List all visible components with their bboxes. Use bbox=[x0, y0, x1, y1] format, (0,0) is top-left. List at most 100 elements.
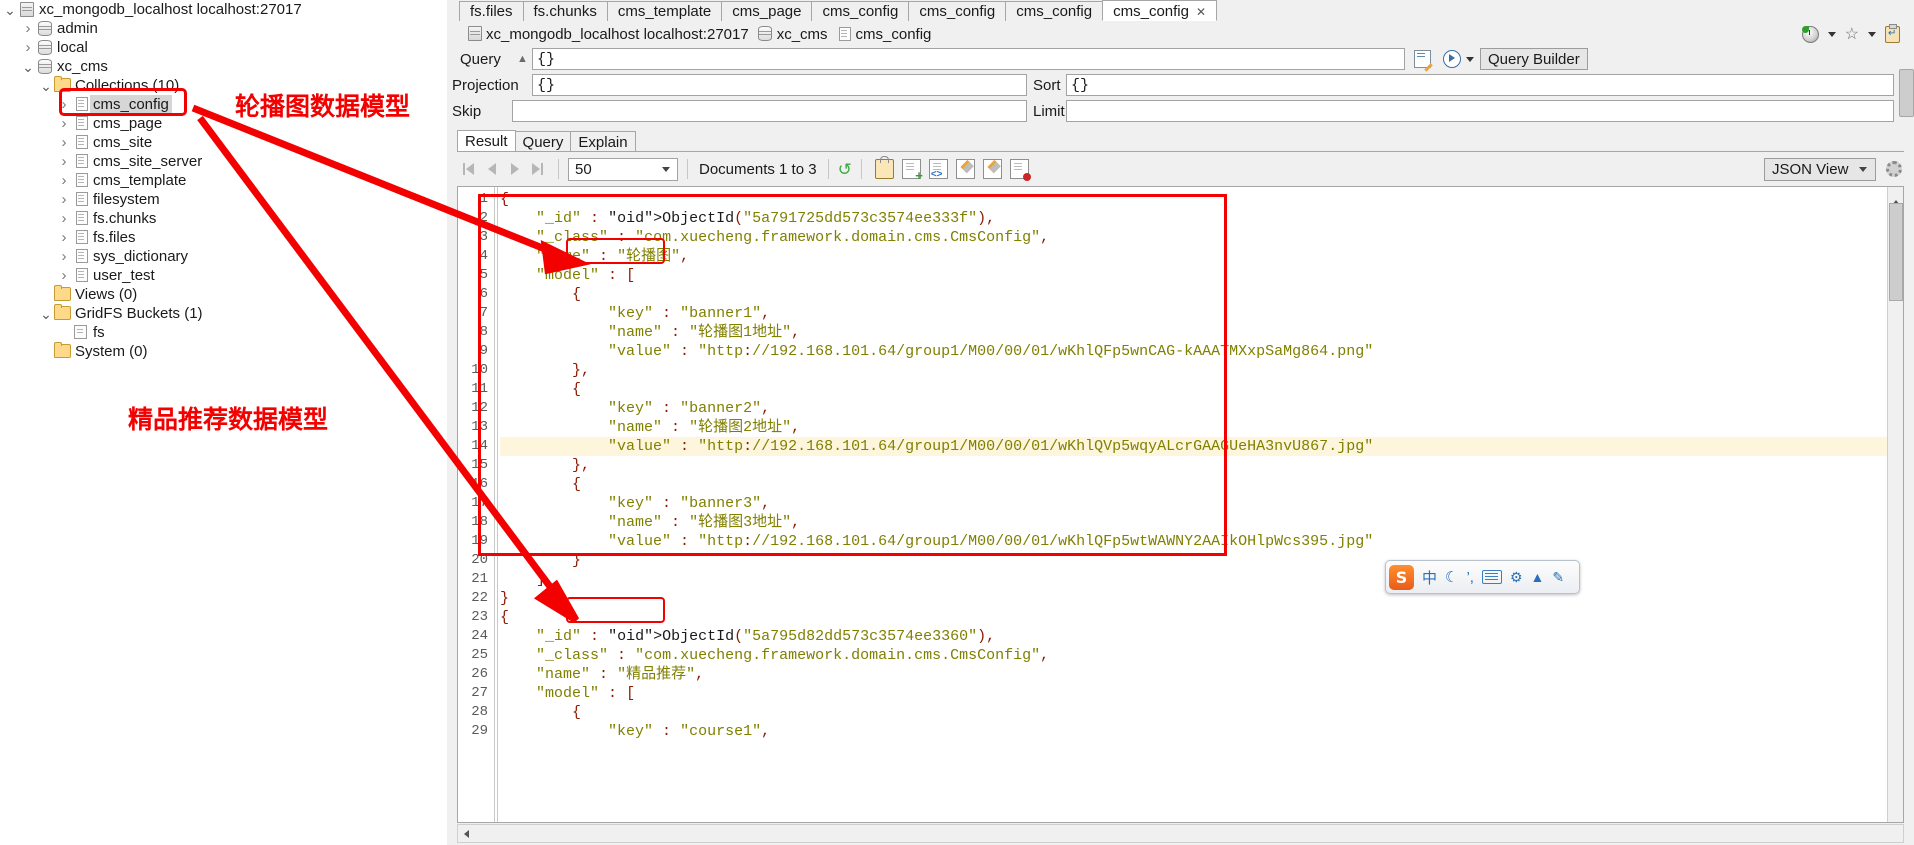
chevron-right-icon[interactable]: › bbox=[57, 171, 71, 190]
previous-page-button[interactable] bbox=[482, 160, 501, 179]
tree-item-cms-template[interactable]: › cms_template bbox=[0, 171, 447, 190]
tree-item-cms-site[interactable]: › cms_site bbox=[0, 133, 447, 152]
tree-item-cms-site-server[interactable]: › cms_site_server bbox=[0, 152, 447, 171]
clipboard-icon[interactable] bbox=[1885, 23, 1900, 43]
json-line[interactable]: "name" : "轮播图2地址", bbox=[500, 418, 1887, 437]
json-line[interactable]: "value" : "http://192.168.101.64/group1/… bbox=[500, 532, 1887, 551]
json-line[interactable]: { bbox=[500, 703, 1887, 722]
sort-input[interactable]: {} bbox=[1066, 74, 1894, 96]
refresh-icon[interactable]: ↺ bbox=[838, 161, 852, 178]
database-tree-panel[interactable]: ⌄ xc_mongodb_localhost localhost:27017 › ad… bbox=[0, 0, 448, 845]
history-icon[interactable] bbox=[1801, 25, 1819, 43]
ime-mode-label[interactable]: 中 bbox=[1422, 567, 1437, 588]
chevron-right-icon[interactable]: › bbox=[57, 209, 71, 228]
chevron-right-icon[interactable]: › bbox=[57, 114, 71, 133]
last-page-button[interactable] bbox=[528, 160, 547, 179]
json-line[interactable]: "name" : "轮播图", bbox=[500, 247, 1887, 266]
tree-item-admin[interactable]: › admin bbox=[0, 19, 447, 38]
tree-item-xc-cms[interactable]: ⌄ xc_cms bbox=[0, 57, 447, 76]
tree-item-fs-files[interactable]: › fs.files bbox=[0, 228, 447, 247]
json-line[interactable]: } bbox=[500, 589, 1887, 608]
breadcrumb-tools[interactable]: ☆ bbox=[1801, 23, 1914, 43]
tree-item-local[interactable]: › local bbox=[0, 38, 447, 57]
json-line[interactable]: "value" : "http://192.168.101.64/group1/… bbox=[500, 437, 1887, 456]
json-line[interactable]: } bbox=[500, 551, 1887, 570]
query-input[interactable]: {} bbox=[532, 48, 1405, 70]
limit-input[interactable] bbox=[1066, 100, 1894, 122]
tab-cms-template-2[interactable]: cms_template bbox=[606, 1, 723, 21]
scroll-left-button[interactable] bbox=[458, 826, 474, 841]
skip-input[interactable] bbox=[512, 100, 1027, 122]
json-line[interactable]: "key" : "banner1", bbox=[500, 304, 1887, 323]
chevron-down-icon[interactable] bbox=[1466, 57, 1474, 62]
json-line[interactable]: }, bbox=[500, 361, 1887, 380]
next-page-button[interactable] bbox=[505, 160, 524, 179]
query-collapse-icon[interactable]: ▲ bbox=[517, 53, 528, 65]
chevron-down-icon[interactable]: ⌄ bbox=[39, 79, 53, 93]
view-mode-select[interactable]: JSON View bbox=[1764, 157, 1876, 181]
json-line[interactable]: "key" : "banner3", bbox=[500, 494, 1887, 513]
up-arrow-icon[interactable]: ▲ bbox=[1531, 569, 1545, 585]
chevron-right-icon[interactable]: › bbox=[57, 133, 71, 152]
tab-fs-files-0[interactable]: fs.files bbox=[459, 1, 524, 21]
json-line[interactable]: "_class" : "com.xuecheng.framework.domai… bbox=[500, 646, 1887, 665]
json-line[interactable]: "value" : "http://192.168.101.64/group1/… bbox=[500, 342, 1887, 361]
ime-logo-icon[interactable]: S bbox=[1389, 564, 1414, 590]
json-line[interactable]: "_id" : "oid">ObjectId("5a795d82dd573c35… bbox=[500, 627, 1887, 646]
breadcrumb-database[interactable]: xc_cms bbox=[777, 26, 828, 43]
tree-item-filesystem[interactable]: › filesystem bbox=[0, 190, 447, 209]
json-line[interactable]: "_id" : "oid">ObjectId("5a791725dd573c35… bbox=[500, 209, 1887, 228]
json-line[interactable]: { bbox=[500, 190, 1887, 209]
chevron-right-icon[interactable]: › bbox=[57, 152, 71, 171]
json-line[interactable]: "model" : [ bbox=[500, 266, 1887, 285]
chevron-right-icon[interactable]: › bbox=[21, 19, 35, 38]
json-line[interactable]: "name" : "轮播图1地址", bbox=[500, 323, 1887, 342]
query-form[interactable]: Query ▲ {} Query Builder Projection {} S… bbox=[447, 47, 1914, 126]
run-query-icon[interactable] bbox=[1443, 50, 1461, 68]
json-line[interactable]: { bbox=[500, 380, 1887, 399]
close-icon[interactable]: ✕ bbox=[1196, 5, 1206, 19]
comma-icon[interactable]: ’, bbox=[1466, 569, 1474, 586]
edit-query-icon[interactable] bbox=[1414, 50, 1431, 68]
chevron-down-icon[interactable]: ⌄ bbox=[39, 307, 53, 321]
json-line[interactable]: "model" : [ bbox=[500, 684, 1887, 703]
tree-node-list[interactable]: ⌄ xc_mongodb_localhost localhost:27017 › ad… bbox=[0, 0, 447, 361]
chevron-right-icon[interactable]: › bbox=[57, 95, 71, 114]
json-line[interactable]: "name" : "精品推荐", bbox=[500, 665, 1887, 684]
wrench-icon[interactable]: ✎ bbox=[1552, 569, 1564, 586]
chevron-right-icon[interactable]: › bbox=[21, 38, 35, 57]
tree-item-system-0-[interactable]: System (0) bbox=[0, 342, 447, 361]
json-line[interactable]: "key" : "banner2", bbox=[500, 399, 1887, 418]
copy-document-icon[interactable] bbox=[982, 159, 1002, 179]
chevron-down-icon[interactable] bbox=[1827, 31, 1836, 37]
page-size-select[interactable]: 50 bbox=[568, 157, 678, 181]
first-page-button[interactable] bbox=[459, 160, 478, 179]
tab-cms-config-7[interactable]: cms_config ✕ bbox=[1102, 0, 1218, 21]
chevron-down-icon[interactable]: ⌄ bbox=[3, 3, 17, 17]
tab-fs-chunks-1[interactable]: fs.chunks bbox=[522, 1, 608, 21]
chevron-right-icon[interactable]: › bbox=[57, 247, 71, 266]
chevron-down-icon[interactable]: ⌄ bbox=[21, 60, 35, 74]
json-line[interactable]: "key" : "course1", bbox=[500, 722, 1887, 741]
json-code-area[interactable]: {"_id" : "oid">ObjectId("5a791725dd573c3… bbox=[500, 187, 1887, 822]
input-method-bar[interactable]: S 中 ☾ ’, ⚙ ▲ ✎ bbox=[1385, 560, 1580, 594]
chevron-down-icon[interactable] bbox=[1868, 31, 1876, 37]
query-form-scrollbar[interactable] bbox=[1899, 47, 1914, 126]
edit-document-icon[interactable] bbox=[955, 159, 975, 179]
result-tab-result[interactable]: Result bbox=[457, 130, 516, 152]
result-toolbar[interactable]: 50 Documents 1 to 3 ↺ JSON View bbox=[457, 152, 1904, 186]
json-line[interactable]: { bbox=[500, 285, 1887, 304]
chevron-right-icon[interactable]: › bbox=[57, 228, 71, 247]
result-tab-explain[interactable]: Explain bbox=[570, 131, 636, 152]
json-line[interactable]: "name" : "轮播图3地址", bbox=[500, 513, 1887, 532]
result-tab-query[interactable]: Query bbox=[514, 131, 572, 152]
gear-icon[interactable] bbox=[1886, 161, 1902, 177]
json-line[interactable]: ] bbox=[500, 570, 1887, 589]
tree-item-gridfs-buckets-1-[interactable]: ⌄ GridFS Buckets (1) bbox=[0, 304, 447, 323]
tab-cms-config-4[interactable]: cms_config bbox=[811, 1, 910, 21]
json-line[interactable]: }, bbox=[500, 456, 1887, 475]
scroll-up-button[interactable] bbox=[1888, 187, 1903, 205]
breadcrumb-collection[interactable]: cms_config bbox=[856, 26, 932, 43]
breadcrumb-server[interactable]: xc_mongodb_localhost localhost:27017 bbox=[486, 26, 749, 43]
moon-icon[interactable]: ☾ bbox=[1445, 568, 1458, 586]
